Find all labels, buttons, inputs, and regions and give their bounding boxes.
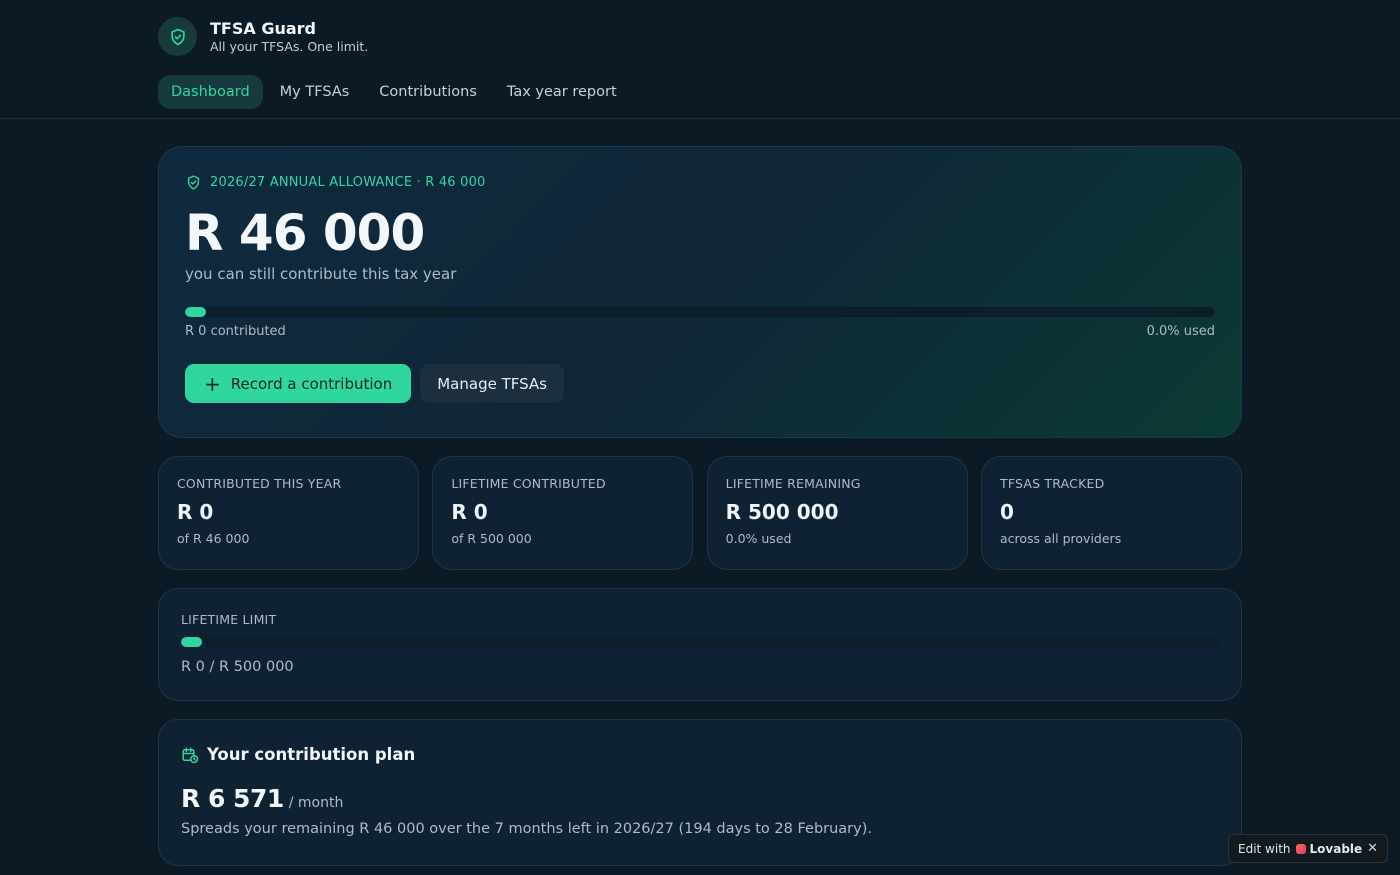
manage-tfsas-button[interactable]: Manage TFSAs xyxy=(420,364,564,403)
brand[interactable]: TFSA Guard All your TFSAs. One limit. xyxy=(158,17,368,56)
remaining-allowance-caption: you can still contribute this tax year xyxy=(185,265,457,283)
stat-label: LIFETIME CONTRIBUTED xyxy=(451,476,606,491)
allowance-badge-text: 2026/27 ANNUAL ALLOWANCE · R 46 000 xyxy=(210,175,486,190)
stat-sub: across all providers xyxy=(999,531,1122,546)
annual-progress-bar xyxy=(185,307,1215,317)
shield-check-icon xyxy=(158,17,197,56)
stat-value: R 0 xyxy=(451,500,488,524)
edit-with-lovable-badge[interactable]: Edit with Lovable ✕ xyxy=(1228,834,1388,863)
allowance-badge: 2026/27 ANNUAL ALLOWANCE · R 46 000 xyxy=(185,174,1215,191)
lovable-prefix: Edit with xyxy=(1238,841,1291,856)
contribution-plan-card: Your contribution plan R 6 571 / month S… xyxy=(158,719,1242,866)
record-contribution-label: Record a contribution xyxy=(230,374,393,393)
stat-card-contributed-this-year: CONTRIBUTED THIS YEAR R 0 of R 46 000 xyxy=(158,456,419,570)
stat-label: TFSAS TRACKED xyxy=(999,476,1105,491)
stat-value: R 500 000 xyxy=(725,500,839,524)
record-contribution-button[interactable]: + Record a contribution xyxy=(185,364,412,403)
plus-icon: + xyxy=(204,371,221,396)
app-subtitle: All your TFSAs. One limit. xyxy=(210,38,369,54)
main-nav: Dashboard My TFSAs Contributions Tax yea… xyxy=(158,75,634,109)
stat-card-tfsas-tracked: TFSAS TRACKED 0 across all providers xyxy=(980,456,1242,570)
stat-sub: of R 46 000 xyxy=(177,531,250,546)
remaining-allowance-amount: R 46 000 xyxy=(185,204,425,262)
stats-row: CONTRIBUTED THIS YEAR R 0 of R 46 000 LI… xyxy=(158,456,1242,570)
lovable-heart-icon xyxy=(1295,843,1306,854)
plan-unit: / month xyxy=(288,795,344,811)
lifetime-limit-label: LIFETIME LIMIT xyxy=(181,612,277,627)
annual-progress-fill xyxy=(185,307,206,317)
tab-contributions[interactable]: Contributions xyxy=(366,75,490,109)
calendar-clock-icon xyxy=(182,747,199,763)
used-percent-label: 0.0% used xyxy=(1146,324,1215,339)
annual-allowance-card: 2026/27 ANNUAL ALLOWANCE · R 46 000 R 46… xyxy=(158,146,1242,438)
stat-sub: 0.0% used xyxy=(725,531,792,546)
tab-my-tfsas[interactable]: My TFSAs xyxy=(267,75,363,109)
lifetime-progress-bar xyxy=(181,637,1219,647)
stat-value: 0 xyxy=(999,500,1014,524)
stat-label: CONTRIBUTED THIS YEAR xyxy=(177,476,342,491)
lovable-brand: Lovable xyxy=(1295,841,1363,856)
contributed-label: R 0 contributed xyxy=(185,324,286,339)
lifetime-limit-text: R 0 / R 500 000 xyxy=(181,659,294,675)
stat-label: LIFETIME REMAINING xyxy=(725,476,861,491)
stat-card-lifetime-remaining: LIFETIME REMAINING R 500 000 0.0% used xyxy=(706,456,968,570)
shield-check-icon xyxy=(187,175,200,190)
stat-card-lifetime-contributed: LIFETIME CONTRIBUTED R 0 of R 500 000 xyxy=(432,456,694,570)
tab-tax-year-report[interactable]: Tax year report xyxy=(494,75,630,109)
plan-title: Your contribution plan xyxy=(207,745,416,764)
stat-value: R 0 xyxy=(177,500,214,524)
tab-dashboard[interactable]: Dashboard xyxy=(158,75,263,109)
close-icon[interactable]: ✕ xyxy=(1367,841,1378,856)
lifetime-limit-card: LIFETIME LIMIT R 0 / R 500 000 xyxy=(158,588,1242,701)
app-title: TFSA Guard xyxy=(210,18,316,38)
app-header: TFSA Guard All your TFSAs. One limit. Da… xyxy=(0,0,1400,119)
lovable-brand-name: Lovable xyxy=(1309,841,1363,856)
lifetime-progress-fill xyxy=(181,637,202,647)
stat-sub: of R 500 000 xyxy=(451,531,532,546)
plan-monthly-amount: R 6 571 xyxy=(181,784,284,813)
plan-description: Spreads your remaining R 46 000 over the… xyxy=(181,821,872,837)
